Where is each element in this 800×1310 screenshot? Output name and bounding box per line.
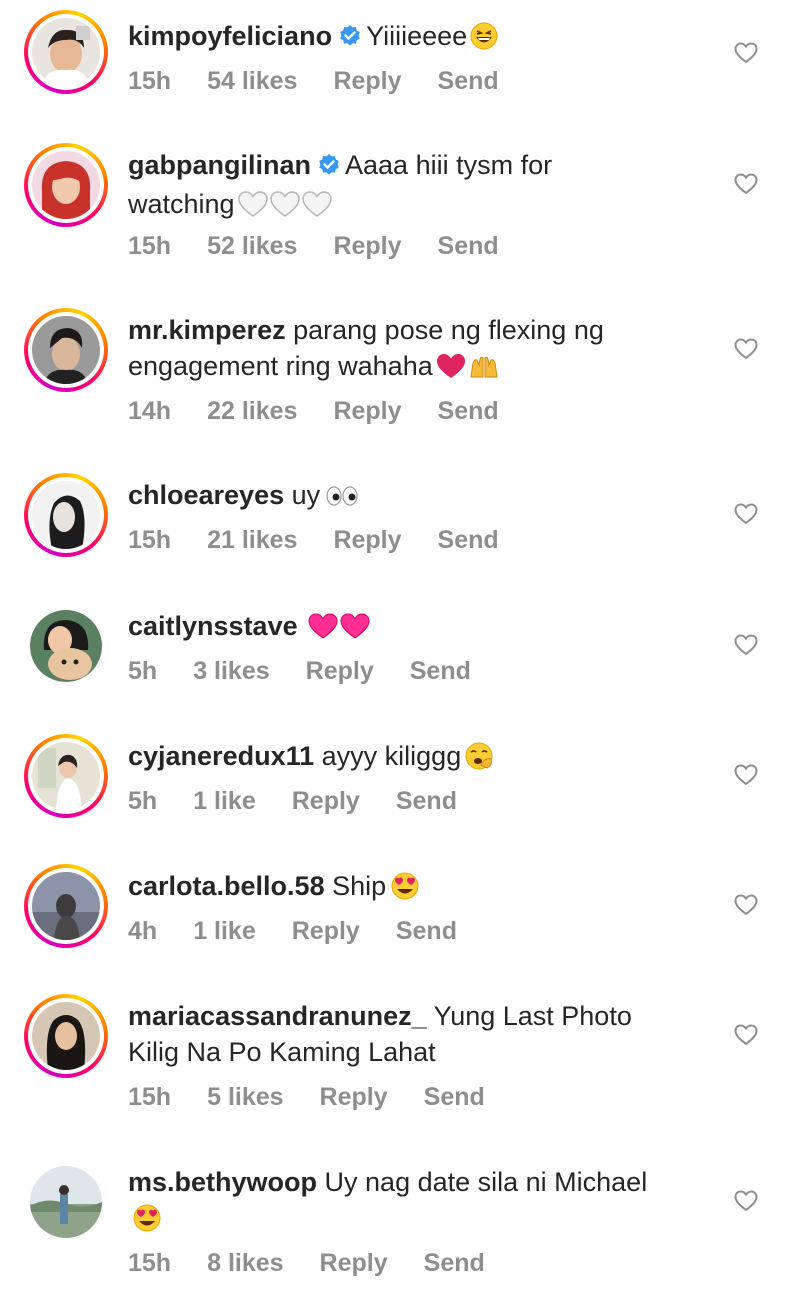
like-heart-icon[interactable]: [734, 173, 758, 195]
comment-username[interactable]: gabpangilinan: [128, 150, 311, 180]
heart-eyes-icon: [388, 871, 422, 910]
comment-likes[interactable]: 1 like: [193, 916, 256, 946]
comment-time: 15h: [128, 1083, 172, 1111]
send-button[interactable]: Send: [410, 656, 471, 686]
avatar[interactable]: [24, 10, 108, 94]
comment-username[interactable]: ms.bethywoop: [128, 1167, 317, 1197]
send-button[interactable]: Send: [424, 1248, 485, 1278]
heart-eyes-icon: [130, 1203, 164, 1242]
like-heart-icon[interactable]: [734, 1024, 758, 1046]
comment-text: Uy nag date sila ni Michael: [324, 1167, 648, 1197]
comment-text-line2: watching: [128, 189, 235, 219]
reply-button[interactable]: Reply: [292, 916, 360, 946]
avatar[interactable]: [24, 1160, 108, 1244]
eyes-icon: [322, 480, 362, 519]
comment-text: Ship: [332, 871, 387, 901]
comment-time: 15h: [128, 67, 172, 95]
comment-text: Yung Last Photo: [433, 1001, 632, 1031]
like-heart-icon[interactable]: [734, 1190, 758, 1212]
comment-time: 14h: [128, 397, 172, 425]
avatar[interactable]: [24, 473, 108, 557]
comment-text: parang pose ng flexing ng: [293, 315, 604, 345]
red-heart-raising-hands-icon: [435, 351, 501, 390]
comment-username[interactable]: mr.kimperez: [128, 315, 286, 345]
reply-button[interactable]: Reply: [320, 1082, 388, 1112]
like-heart-icon[interactable]: [734, 634, 758, 656]
like-heart-icon[interactable]: [734, 338, 758, 360]
comment-likes[interactable]: 21 likes: [207, 525, 297, 555]
avatar[interactable]: [24, 143, 108, 227]
comment-likes[interactable]: 52 likes: [207, 231, 297, 261]
like-heart-icon[interactable]: [734, 894, 758, 916]
comment-time: 4h: [128, 917, 158, 945]
like-heart-icon[interactable]: [734, 503, 758, 525]
avatar[interactable]: [24, 604, 108, 688]
pink-hearts-icon: [307, 611, 371, 650]
laughing-face-icon: [469, 21, 499, 60]
comment-likes[interactable]: 22 likes: [207, 396, 297, 426]
comment-likes[interactable]: 1 like: [193, 786, 256, 816]
comment-likes[interactable]: 54 likes: [207, 66, 297, 96]
reply-button[interactable]: Reply: [333, 396, 401, 426]
send-button[interactable]: Send: [396, 916, 457, 946]
comments-list: kimpoyfeliciano Yiiiieeee 15h 54 likes Repl…: [0, 0, 800, 1310]
comment-likes[interactable]: 5 likes: [207, 1082, 283, 1112]
avatar[interactable]: [24, 994, 108, 1078]
comment-text-line2: Kilig Na Po Kaming Lahat: [128, 1037, 436, 1067]
send-button[interactable]: Send: [396, 786, 457, 816]
avatar[interactable]: [24, 864, 108, 948]
send-button[interactable]: Send: [438, 396, 499, 426]
avatar[interactable]: [24, 308, 108, 392]
comment-time: 5h: [128, 657, 158, 685]
reply-button[interactable]: Reply: [320, 1248, 388, 1278]
reply-button[interactable]: Reply: [292, 786, 360, 816]
comment-username[interactable]: carlota.bello.58: [128, 871, 325, 901]
comment-likes[interactable]: 3 likes: [193, 656, 269, 686]
reply-button[interactable]: Reply: [333, 231, 401, 261]
comment-text: Aaaa hiii tysm for: [345, 150, 553, 180]
comment-time: 15h: [128, 1249, 172, 1277]
reply-button[interactable]: Reply: [333, 66, 401, 96]
avatar[interactable]: [24, 734, 108, 818]
send-button[interactable]: Send: [438, 66, 499, 96]
reply-button[interactable]: Reply: [333, 525, 401, 555]
comment-text: Yiiiieeee: [366, 21, 468, 51]
comment-time: 15h: [128, 232, 172, 260]
comment-likes[interactable]: 8 likes: [207, 1248, 283, 1278]
comment-text-line2: engagement ring wahaha: [128, 351, 433, 381]
white-hearts-icon: [237, 189, 333, 228]
comment-username[interactable]: mariacassandranunez_: [128, 1001, 427, 1031]
like-heart-icon[interactable]: [734, 764, 758, 786]
comment-username[interactable]: cyjaneredux11: [128, 741, 314, 771]
comment-time: 5h: [128, 787, 158, 815]
like-heart-icon[interactable]: [734, 42, 758, 64]
comment-username[interactable]: kimpoyfeliciano: [128, 21, 332, 51]
send-button[interactable]: Send: [438, 525, 499, 555]
comment-text: uy: [291, 480, 321, 510]
comment-time: 15h: [128, 526, 172, 554]
verified-badge-icon: [317, 150, 341, 186]
comment-username[interactable]: chloeareyes: [128, 480, 284, 510]
verified-badge-icon: [338, 21, 362, 57]
comment-username[interactable]: caitlynsstave: [128, 611, 298, 641]
comment-text: ayyy kiliggg: [321, 741, 462, 771]
send-button[interactable]: Send: [438, 231, 499, 261]
yawning-face-icon: [463, 741, 497, 780]
send-button[interactable]: Send: [424, 1082, 485, 1112]
reply-button[interactable]: Reply: [306, 656, 374, 686]
